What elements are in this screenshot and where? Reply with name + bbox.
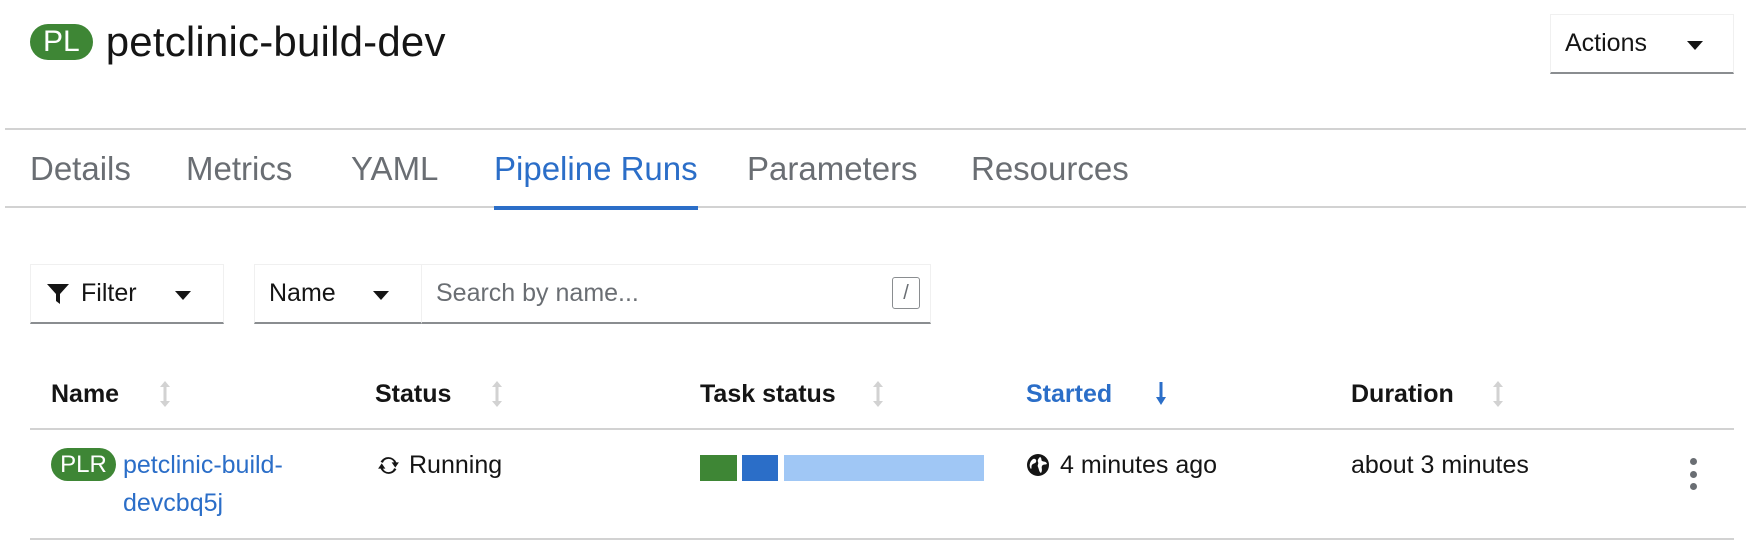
- pipelinerun-name-link[interactable]: petclinic-build- devcbq5j: [123, 446, 323, 522]
- sort-desc-icon[interactable]: [1154, 380, 1168, 408]
- sort-icon[interactable]: [1491, 380, 1505, 408]
- filter-icon: [47, 283, 69, 304]
- filter-type-label: Name: [269, 279, 336, 307]
- tab-yaml[interactable]: YAML: [351, 130, 438, 208]
- tab-bar: Details Metrics YAML Pipeline Runs Param…: [5, 128, 1746, 210]
- sort-icon[interactable]: [490, 380, 504, 408]
- sort-icon[interactable]: [158, 380, 172, 408]
- task-segment-succeeded: [700, 455, 737, 481]
- column-header-name[interactable]: Name: [51, 376, 119, 412]
- column-header-duration[interactable]: Duration: [1351, 376, 1454, 412]
- search-input[interactable]: [436, 279, 856, 308]
- filter-dropdown[interactable]: Filter: [30, 264, 224, 324]
- filter-type-select[interactable]: Name: [254, 264, 422, 324]
- column-header-status[interactable]: Status: [375, 376, 451, 412]
- caret-down-icon: [175, 291, 191, 300]
- pipelinerun-badge: PLR: [51, 448, 116, 481]
- globe-icon: [1027, 454, 1049, 476]
- task-status-bar[interactable]: [700, 455, 985, 481]
- tab-resources[interactable]: Resources: [971, 130, 1129, 208]
- table-header-divider: [30, 428, 1734, 430]
- actions-label: Actions: [1565, 29, 1647, 57]
- status-cell: Running: [376, 446, 502, 484]
- tab-parameters[interactable]: Parameters: [747, 130, 918, 208]
- caret-down-icon: [373, 291, 389, 300]
- column-header-started[interactable]: Started: [1026, 376, 1112, 412]
- column-header-task-status[interactable]: Task status: [700, 376, 836, 412]
- kebab-icon[interactable]: [1686, 458, 1700, 490]
- sort-icon[interactable]: [871, 380, 885, 408]
- duration-cell: about 3 minutes: [1351, 450, 1529, 479]
- filter-label: Filter: [81, 279, 137, 307]
- actions-dropdown[interactable]: Actions: [1550, 14, 1734, 74]
- sync-icon: [378, 456, 399, 474]
- tab-pipeline-runs[interactable]: Pipeline Runs: [494, 130, 698, 210]
- pipeline-badge: PL: [30, 24, 93, 60]
- tab-details[interactable]: Details: [30, 130, 131, 208]
- table-row-divider: [30, 538, 1734, 540]
- keyboard-shortcut-hint: /: [892, 277, 920, 309]
- caret-down-icon: [1687, 41, 1703, 50]
- page-title: petclinic-build-dev: [105, 18, 446, 65]
- search-box: /: [421, 264, 931, 324]
- task-segment-running: [742, 455, 778, 481]
- started-text: 4 minutes ago: [1060, 450, 1218, 479]
- status-text: Running: [409, 450, 503, 479]
- task-segment-pending: [784, 455, 984, 481]
- started-cell: 4 minutes ago: [1026, 446, 1217, 484]
- tab-metrics[interactable]: Metrics: [186, 130, 292, 208]
- page-header: PL petclinic-build-dev: [30, 12, 446, 72]
